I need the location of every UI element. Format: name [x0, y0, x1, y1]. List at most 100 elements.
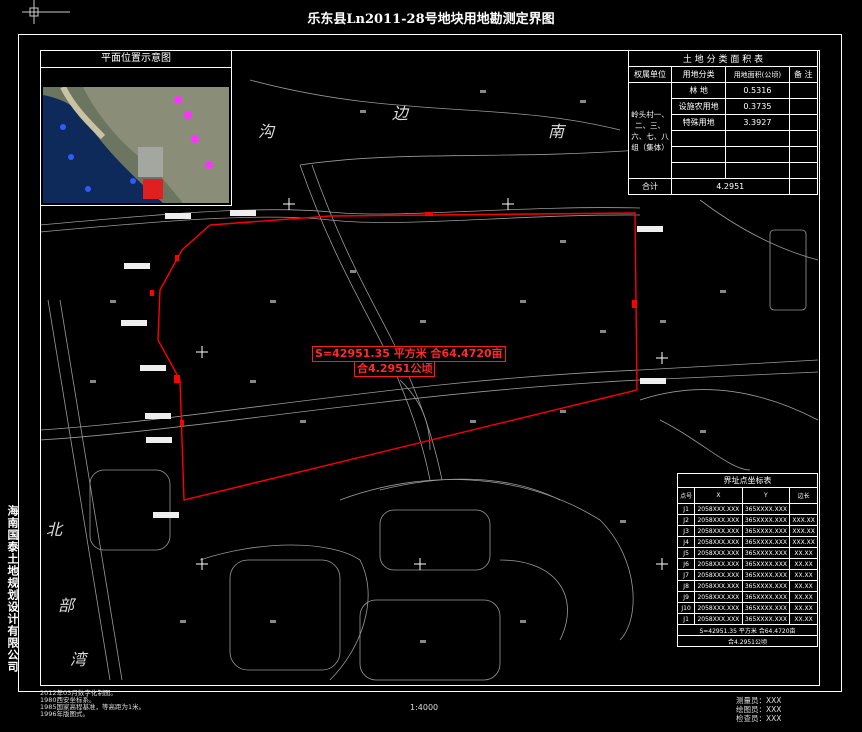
area-label: S=42951.35 平方米 合64.4720亩: [312, 346, 506, 362]
coord-cell-x: 2058XXX.XXX: [694, 591, 743, 603]
coord-cell-y: 365XXXX.XXX: [741, 580, 791, 592]
coord-header-id: 点号: [676, 487, 696, 504]
coord-row: J4 2058XXX.XXX 365XXXX.XXX XXX.XX: [676, 536, 818, 548]
land-empty: [788, 130, 819, 147]
land-type: 特殊用地: [670, 114, 727, 131]
coord-cell-x: 2058XXX.XXX: [694, 558, 743, 570]
land-empty: [725, 146, 790, 163]
land-total-note: [788, 178, 819, 195]
map-word-1: 沟: [258, 122, 275, 141]
coord-cell-len: [789, 503, 818, 515]
footer-notes: 2012年03月数字化制图。 1980西安坐标系。 1985国家高程基准，等高距…: [40, 690, 145, 718]
map-word-4: 北: [46, 520, 63, 539]
coord-cell-len: XX.XX: [789, 613, 818, 625]
map-word-5: 部: [58, 596, 75, 615]
land-empty: [670, 146, 727, 163]
coord-row: J7 2058XXX.XXX 365XXXX.XXX XX.XX: [676, 569, 818, 581]
land-empty: [725, 130, 790, 147]
land-table-title: 土 地 分 类 面 积 表: [628, 50, 818, 67]
coord-header-y: Y: [741, 487, 791, 504]
land-note: [788, 114, 819, 131]
coord-cell-x: 2058XXX.XXX: [694, 525, 743, 537]
coord-cell-id: J8: [676, 580, 696, 592]
coord-footer-1: S=42951.35 平方米 合64.4720亩: [677, 624, 818, 636]
coord-row: J9 2058XXX.XXX 365XXXX.XXX XX.XX: [676, 591, 818, 603]
land-type: 设施农用地: [670, 98, 727, 115]
land-header-class: 用地分类: [670, 66, 727, 83]
coord-cell-id: J9: [676, 591, 696, 603]
coord-cell-x: 2058XXX.XXX: [694, 602, 743, 614]
coord-cell-x: 2058XXX.XXX: [694, 536, 743, 548]
coord-cell-id: J6: [676, 558, 696, 570]
satellite-image: [43, 87, 229, 203]
map-word-2: 边: [392, 104, 409, 123]
coord-cell-y: 365XXXX.XXX: [741, 536, 791, 548]
staff-line: 检查员：XXX: [736, 714, 782, 723]
map-word-3: 南: [548, 122, 565, 141]
coord-cell-id: J4: [676, 536, 696, 548]
coord-cell-len: XX.XX: [789, 580, 818, 592]
coordinate-table: 界址点坐标表 点号 X Y 边长 J1 2058XXX.XXX 365XXXX.XX…: [676, 473, 818, 647]
coord-cell-len: XX.XX: [789, 591, 818, 603]
coord-table-title: 界址点坐标表: [677, 473, 818, 488]
coord-row: J2 2058XXX.XXX 365XXXX.XXX XXX.XX: [676, 514, 818, 526]
land-area: 3.3927: [725, 114, 790, 131]
coord-cell-id: J2: [676, 514, 696, 526]
coord-header-x: X: [694, 487, 743, 504]
coord-row: J3 2058XXX.XXX 365XXXX.XXX XXX.XX: [676, 525, 818, 537]
land-owner: 岭头村一、二、三、六、七、八组（集体）: [628, 82, 672, 179]
land-empty: [725, 162, 790, 179]
land-note: [788, 82, 819, 99]
coord-cell-y: 365XXXX.XXX: [741, 569, 791, 581]
coord-cell-y: 365XXXX.XXX: [741, 514, 791, 526]
coord-cell-id: J3: [676, 525, 696, 537]
coord-cell-x: 2058XXX.XXX: [694, 580, 743, 592]
coord-cell-len: XX.XX: [789, 558, 818, 570]
location-panel-title: 平面位置示意图: [41, 51, 231, 68]
land-empty: [788, 146, 819, 163]
land-empty: [670, 162, 727, 179]
coord-cell-len: XXX.XX: [789, 536, 818, 548]
coord-cell-x: 2058XXX.XXX: [694, 613, 743, 625]
coord-cell-id: J1: [676, 503, 696, 515]
coord-cell-y: 365XXXX.XXX: [741, 558, 791, 570]
coord-rows: J1 2058XXX.XXX 365XXXX.XXX J2 2058XXX.XXX 365…: [676, 503, 818, 625]
land-header-note: 备 注: [788, 66, 819, 83]
coord-cell-id: J7: [676, 569, 696, 581]
coord-cell-len: XX.XX: [789, 602, 818, 614]
location-panel: 平面位置示意图: [40, 50, 232, 206]
map-word-6: 湾: [70, 650, 87, 669]
coord-cell-y: 365XXXX.XXX: [741, 503, 791, 515]
coord-cell-x: 2058XXX.XXX: [694, 514, 743, 526]
coord-footer-2: 合4.2951公顷: [677, 635, 818, 647]
coord-cell-id: J5: [676, 547, 696, 559]
area-label-hectare: 合4.2951公顷: [354, 361, 436, 377]
company-name: 海南国泰土地规划设计有限公司: [6, 505, 19, 673]
coord-cell-len: XX.XX: [789, 569, 818, 581]
land-empty: [670, 130, 727, 147]
coord-cell-id: J1: [676, 613, 696, 625]
coord-row: J5 2058XXX.XXX 365XXXX.XXX XX.XX: [676, 547, 818, 559]
coord-row: J1 2058XXX.XXX 365XXXX.XXX: [676, 503, 818, 515]
land-header-owner: 权属单位: [628, 66, 672, 83]
footer-note: 1996年版图式。: [40, 710, 90, 718]
coord-cell-x: 2058XXX.XXX: [694, 503, 743, 515]
land-note: [788, 98, 819, 115]
coord-row: J1 2058XXX.XXX 365XXXX.XXX XX.XX: [676, 613, 818, 625]
land-type: 林 地: [670, 82, 727, 99]
coord-cell-len: XXX.XX: [789, 514, 818, 526]
coord-cell-x: 2058XXX.XXX: [694, 569, 743, 581]
coord-row: J6 2058XXX.XXX 365XXXX.XXX XX.XX: [676, 558, 818, 570]
coord-row: J8 2058XXX.XXX 365XXXX.XXX XX.XX: [676, 580, 818, 592]
coord-cell-len: XXX.XX: [789, 525, 818, 537]
coord-cell-y: 365XXXX.XXX: [741, 591, 791, 603]
land-header-area: 用地面积(公顷): [725, 66, 790, 83]
coord-cell-len: XX.XX: [789, 547, 818, 559]
satellite-thumbnail-icon: [43, 87, 229, 203]
coord-header-len: 边长: [789, 487, 818, 504]
coord-cell-id: J10: [676, 602, 696, 614]
coord-cell-y: 365XXXX.XXX: [741, 525, 791, 537]
land-empty: [788, 162, 819, 179]
coord-cell-x: 2058XXX.XXX: [694, 547, 743, 559]
land-area: 0.3735: [725, 98, 790, 115]
